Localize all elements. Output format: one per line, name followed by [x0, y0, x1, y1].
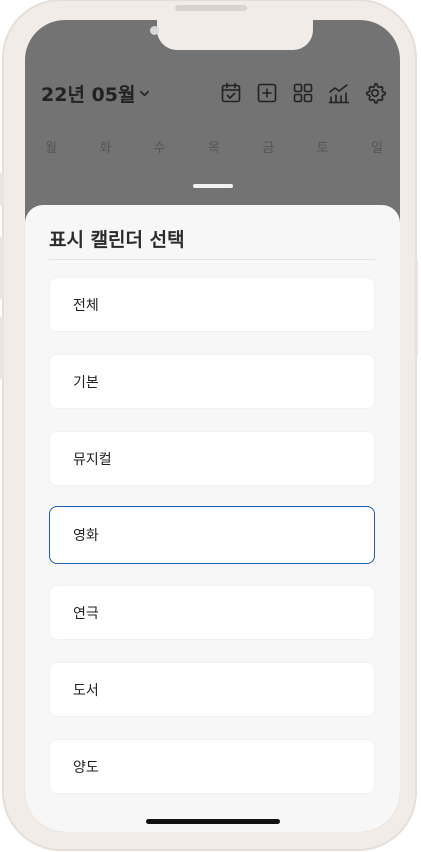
phone-frame: 22년 05월 월 화 수 목 금 토 일 표시 캘린더 선택 전체 기본 뮤지…: [0, 0, 418, 850]
volume-down-button: [0, 316, 4, 380]
weekday-label: 금: [262, 141, 275, 156]
power-button: [414, 258, 418, 358]
volume-up-button: [0, 236, 4, 300]
divider: [49, 259, 375, 260]
calendar-option-play[interactable]: 연극: [49, 585, 375, 640]
calendar-check-icon[interactable]: [219, 81, 243, 105]
weekday-label: 일: [370, 141, 383, 156]
calendar-option-default[interactable]: 기본: [49, 354, 375, 409]
weekday-row: 월 화 수 목 금 토 일: [39, 137, 389, 156]
gear-icon[interactable]: [363, 81, 387, 105]
calendar-option-book[interactable]: 도서: [49, 662, 375, 717]
calendar-option-list: 전체 기본 뮤지컬 영화 연극 도서 양도: [49, 277, 375, 816]
calendar-header: 22년 05월: [41, 80, 387, 106]
calendar-select-sheet: 표시 캘린더 선택 전체 기본 뮤지컬 영화 연극 도서 양도: [25, 205, 400, 832]
calendar-option-all[interactable]: 전체: [49, 277, 375, 332]
month-selector[interactable]: 22년 05월: [41, 80, 150, 107]
sheet-grabber[interactable]: [193, 184, 233, 188]
calendar-option-transfer[interactable]: 양도: [49, 739, 375, 794]
sheet-title: 표시 캘린더 선택: [49, 229, 185, 251]
weekday-label: 토: [316, 141, 329, 156]
weekday-label: 목: [208, 141, 220, 156]
chart-icon[interactable]: [327, 81, 351, 105]
calendar-option-musical[interactable]: 뮤지컬: [49, 431, 375, 486]
plus-square-icon[interactable]: [255, 81, 279, 105]
grid-icon[interactable]: [291, 81, 315, 105]
speaker-grille: [175, 5, 247, 11]
mute-switch: [0, 172, 4, 206]
header-actions: [219, 81, 387, 105]
month-label: 22년 05월: [41, 83, 136, 106]
screen: 22년 05월 월 화 수 목 금 토 일 표시 캘린더 선택 전체 기본 뮤지…: [25, 20, 400, 832]
weekday-label: 수: [153, 141, 166, 156]
weekday-label: 월: [45, 141, 57, 156]
weekday-label: 화: [99, 141, 112, 156]
home-indicator[interactable]: [146, 819, 280, 824]
front-camera: [150, 26, 159, 35]
calendar-option-movie[interactable]: 영화: [49, 506, 375, 564]
notch: [157, 20, 313, 50]
chevron-down-icon: [140, 90, 150, 96]
